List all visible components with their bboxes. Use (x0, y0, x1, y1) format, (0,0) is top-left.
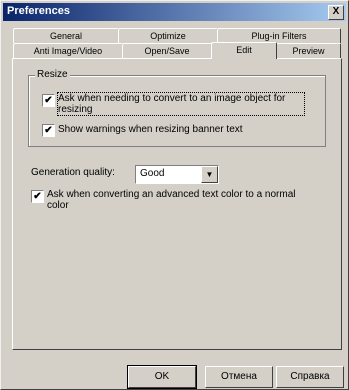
advanced-text-label: Ask when converting an advanced text col… (47, 189, 296, 211)
banner-warnings-checkbox[interactable]: ✔ (42, 124, 55, 137)
convert-image-checkbox[interactable]: ✔ (42, 94, 55, 107)
preferences-window: Preferences X General Optimize Plug-in F… (0, 0, 349, 390)
tab-plugin-filters[interactable]: Plug-in Filters (217, 28, 341, 43)
tab-general[interactable]: General (13, 28, 119, 43)
resize-groupbox: Resize ✔ Ask when needing to convert to … (28, 69, 326, 147)
window-title: Preferences (7, 5, 70, 17)
generation-quality-label: Generation quality: (31, 167, 115, 178)
convert-image-label: Ask when needing to convert to an image … (57, 92, 305, 116)
ok-button[interactable]: OK (127, 365, 197, 389)
advanced-text-checkbox[interactable]: ✔ (31, 190, 44, 203)
tab-preview[interactable]: Preview (276, 43, 341, 58)
help-button[interactable]: Справка (276, 366, 344, 388)
cancel-button[interactable]: Отмена (205, 366, 273, 388)
tab-open-save[interactable]: Open/Save (122, 43, 212, 58)
tab-optimize[interactable]: Optimize (118, 28, 218, 43)
title-bar[interactable]: Preferences X (3, 3, 346, 21)
tab-edit[interactable]: Edit (211, 42, 277, 59)
edit-panel: Resize ✔ Ask when needing to convert to … (12, 58, 342, 350)
banner-warnings-label: Show warnings when resizing banner text (58, 124, 243, 135)
chevron-down-icon[interactable]: ▼ (201, 166, 218, 183)
generation-quality-value: Good (140, 168, 165, 179)
tab-anti-image-video[interactable]: Anti Image/Video (13, 43, 123, 58)
generation-quality-select[interactable]: Good ▼ (135, 165, 219, 184)
resize-group-label: Resize (35, 69, 70, 80)
close-button[interactable]: X (328, 5, 344, 20)
